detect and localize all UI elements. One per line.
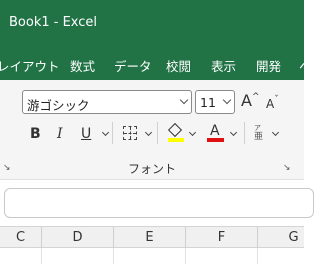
font-group-label: フォント	[127, 162, 176, 176]
title-bar: Book1 - Excel	[0, 0, 304, 47]
phonetic-chevron-icon[interactable]	[271, 128, 280, 137]
font-color-bar	[207, 138, 224, 142]
font-name-select[interactable]: 游ゴシック	[22, 90, 192, 114]
tab-data[interactable]: データ	[114, 56, 152, 75]
tab-formulas[interactable]: 数式	[70, 56, 95, 75]
shrink-font-label: A	[266, 97, 275, 111]
borders-icon[interactable]	[123, 126, 137, 140]
font-color-label: A	[210, 123, 220, 139]
divider	[157, 122, 158, 144]
dialog-launcher-icon[interactable]: ↘	[283, 163, 291, 173]
underline-chevron-icon[interactable]	[101, 128, 110, 137]
paint-bucket-icon	[167, 122, 183, 138]
column-header-g[interactable]: G	[258, 227, 320, 249]
column-header-e[interactable]: E	[114, 227, 186, 249]
cell[interactable]	[186, 248, 258, 264]
column-header-d[interactable]: D	[42, 227, 114, 249]
cell-grid[interactable]	[0, 248, 304, 264]
font-size-value: 11	[200, 95, 216, 110]
underline-button[interactable]: U	[81, 126, 91, 142]
caret-up-icon: ^	[251, 92, 260, 102]
chevron-down-icon	[222, 95, 232, 105]
ribbon-tabs: レイアウト 数式 データ 校閲 表示 開発 ヘ	[0, 47, 312, 80]
column-header-f[interactable]: F	[186, 227, 258, 249]
cell[interactable]	[0, 248, 42, 264]
bold-button[interactable]: B	[30, 126, 41, 142]
cell[interactable]	[42, 248, 114, 264]
italic-button[interactable]: I	[57, 126, 63, 142]
grow-font-label: A	[241, 91, 252, 110]
window-title: Book1 - Excel	[9, 15, 98, 30]
tab-developer[interactable]: 開発	[256, 56, 281, 75]
font-color-chevron-icon[interactable]	[229, 128, 238, 137]
tab-help[interactable]: ヘ	[299, 56, 312, 75]
font-name-value: 游ゴシック	[27, 98, 90, 113]
font-size-select[interactable]: 11	[195, 90, 235, 114]
cell[interactable]	[258, 248, 320, 264]
divider	[244, 122, 245, 144]
caret-down-icon: ˇ	[274, 95, 279, 105]
cell[interactable]	[114, 248, 186, 264]
borders-chevron-icon[interactable]	[144, 128, 153, 137]
decrease-font-size-button[interactable]: Aˇ	[266, 95, 279, 114]
formula-bar[interactable]	[4, 188, 314, 218]
column-header-c[interactable]: C	[0, 227, 42, 249]
chevron-down-icon	[179, 95, 189, 105]
tab-review[interactable]: 校閲	[166, 56, 191, 75]
phonetic-guide-button[interactable]: ア 亜	[254, 124, 266, 142]
font-color-button[interactable]: A	[207, 123, 225, 142]
phonetic-label: 亜	[254, 132, 264, 142]
increase-font-size-button[interactable]: A^	[241, 91, 260, 112]
tab-view[interactable]: 表示	[211, 56, 236, 75]
fill-color-bar	[168, 138, 184, 142]
tab-page-layout[interactable]: レイアウト	[0, 56, 60, 75]
divider	[112, 122, 113, 144]
column-headers: C D E F G	[0, 226, 304, 249]
fill-color-button[interactable]	[167, 122, 184, 142]
fill-color-chevron-icon[interactable]	[188, 128, 197, 137]
